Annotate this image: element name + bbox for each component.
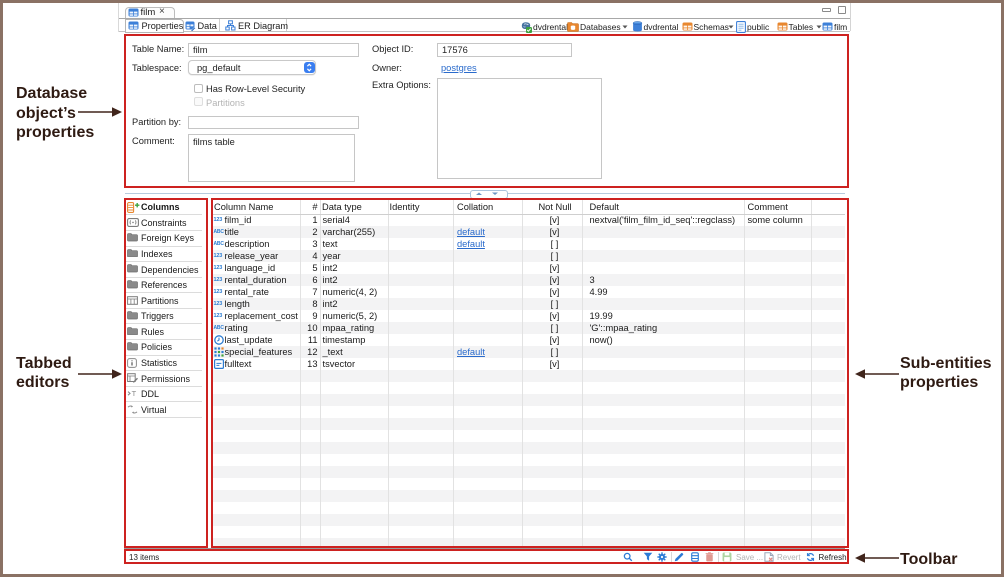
svg-text:T: T (132, 389, 137, 398)
